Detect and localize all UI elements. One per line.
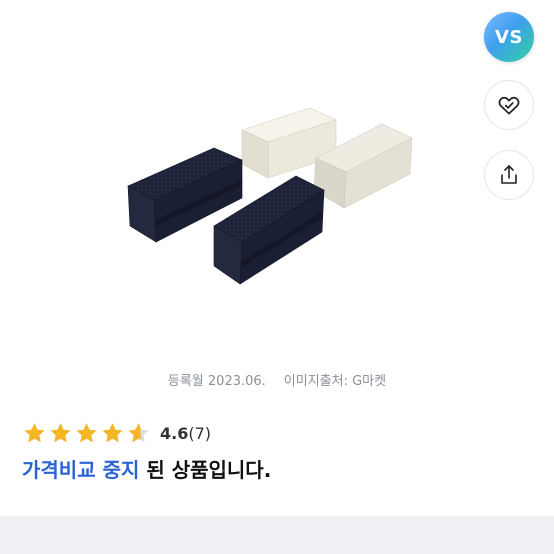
star-icon [24, 422, 45, 442]
star-icon [50, 422, 71, 442]
image-meta: 등록월 2023.06. 이미지출처: G마켓 [0, 370, 554, 389]
registered-date: 등록월 2023.06. [167, 374, 266, 389]
share-button[interactable] [484, 150, 534, 200]
product-image [127, 107, 413, 285]
rating-score: 4.6 [160, 423, 189, 443]
vs-label: VS [495, 26, 523, 48]
review-count[interactable]: (7) [188, 424, 211, 443]
star-icon [128, 422, 149, 442]
price-compare-status: 가격비교 중지 된 상품입니다. [22, 454, 271, 483]
image-source: 이미지출처: G마켓 [283, 374, 387, 389]
star-icon [102, 422, 123, 442]
star-rating [22, 421, 152, 446]
compare-vs-button[interactable]: VS [484, 12, 534, 62]
wishlist-button[interactable] [484, 80, 534, 130]
star-icon [76, 422, 97, 442]
status-highlight: 가격비교 중지 [22, 458, 140, 482]
status-text: 된 상품입니다. [139, 458, 272, 482]
section-divider [0, 516, 554, 554]
share-icon [501, 165, 517, 184]
rating-row[interactable]: 4.6 (7) [22, 420, 211, 446]
heart-check-icon [498, 96, 520, 115]
